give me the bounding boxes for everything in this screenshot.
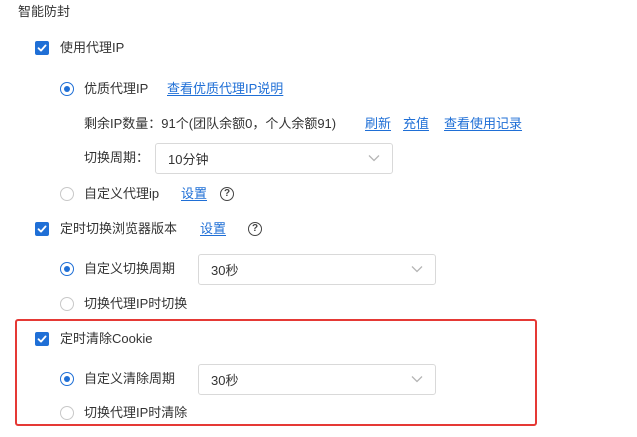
cookie-period-select[interactable]: 30秒 — [198, 364, 436, 395]
clear-cookie-label: 定时清除Cookie — [60, 331, 153, 346]
custom-proxy-label: 自定义代理ip — [84, 186, 160, 201]
cookie-period-value: 30秒 — [211, 373, 239, 388]
chevron-down-icon — [368, 155, 380, 162]
usage-record-link[interactable]: 查看使用记录 — [444, 115, 522, 133]
check-icon — [37, 44, 47, 52]
quality-proxy-radio[interactable] — [60, 82, 74, 96]
custom-proxy-radio[interactable] — [60, 187, 74, 201]
switch-period-label: 切换周期： — [84, 150, 150, 165]
browser-switch-on-ip-label: 切换代理IP时切换 — [84, 296, 188, 311]
question-circle-icon[interactable]: ? — [248, 222, 262, 236]
switch-period-select[interactable]: 10分钟 — [155, 143, 393, 174]
remaining-ip-value: 91个(团队余额0，个人余额91) — [161, 116, 337, 131]
browser-period-value: 30秒 — [211, 263, 239, 278]
question-circle-icon[interactable]: ? — [220, 187, 234, 201]
cookie-clear-on-ip-label: 切换代理IP时清除 — [84, 405, 188, 420]
cookie-custom-period-radio[interactable] — [60, 372, 74, 386]
browser-custom-period-label: 自定义切换周期 — [84, 261, 176, 276]
browser-version-label: 定时切换浏览器版本 — [60, 221, 178, 236]
use-proxy-label: 使用代理IP — [60, 40, 125, 55]
recharge-link[interactable]: 充值 — [403, 115, 429, 133]
custom-proxy-settings-link[interactable]: 设置 — [181, 185, 207, 203]
switch-period-value: 10分钟 — [168, 152, 209, 167]
browser-period-select[interactable]: 30秒 — [198, 254, 436, 285]
cookie-clear-on-ip-radio[interactable] — [60, 406, 74, 420]
check-icon — [37, 335, 47, 343]
clear-cookie-checkbox[interactable] — [35, 332, 49, 346]
chevron-down-icon — [411, 266, 423, 273]
use-proxy-checkbox[interactable] — [35, 41, 49, 55]
cookie-custom-period-label: 自定义清除周期 — [84, 371, 176, 386]
chevron-down-icon — [411, 376, 423, 383]
browser-custom-period-radio[interactable] — [60, 262, 74, 276]
refresh-link[interactable]: 刷新 — [365, 115, 391, 133]
check-icon — [37, 225, 47, 233]
quality-proxy-label: 优质代理IP — [84, 81, 149, 96]
remaining-ip-label: 剩余IP数量：91个(团队余额0，个人余额91) — [84, 115, 336, 133]
section-title: 智能防封 — [18, 4, 71, 19]
quality-proxy-info-link[interactable]: 查看优质代理IP说明 — [167, 80, 283, 98]
browser-version-settings-link[interactable]: 设置 — [200, 220, 226, 238]
browser-switch-on-ip-radio[interactable] — [60, 297, 74, 311]
browser-version-checkbox[interactable] — [35, 222, 49, 236]
remaining-ip-title: 剩余IP数量： — [84, 116, 162, 131]
